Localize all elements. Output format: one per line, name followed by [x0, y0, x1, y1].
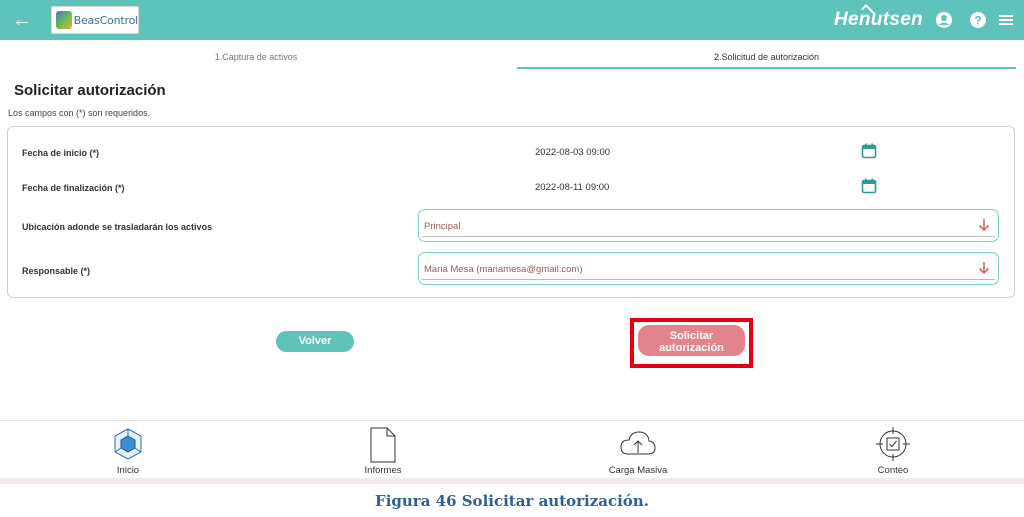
help-icon[interactable]: ? [968, 10, 988, 30]
cloud-upload-icon [620, 431, 656, 455]
field-underline [422, 279, 995, 280]
tab-asset-capture[interactable]: 1.Captura de activos [0, 40, 512, 70]
submit-label-line1: Solicitar [669, 330, 714, 342]
arrow-down-icon [978, 262, 990, 275]
start-date-value[interactable]: 2022-08-03 09:00 [535, 147, 610, 158]
calendar-icon[interactable] [861, 143, 877, 159]
arrow-down-icon [978, 219, 990, 232]
bottom-strip [0, 478, 1024, 484]
step-tabs: 1.Captura de activos 2.Solicitud de auto… [0, 40, 1024, 70]
nav-label-inicio: Inicio [116, 465, 140, 476]
active-tab-indicator [517, 67, 1016, 69]
top-app-bar: ← BeasControl Henutsen ? [0, 0, 1024, 40]
back-arrow-icon[interactable]: ← [10, 8, 34, 32]
nav-label-conteo: Conteo [877, 465, 909, 476]
target-check-icon [876, 427, 910, 461]
calendar-icon[interactable] [861, 178, 877, 194]
end-date-label: Fecha de finalización (*) [22, 183, 125, 193]
responsible-select[interactable]: Maria Mesa (mariamesa@gmail.com) [418, 252, 999, 285]
page-title: Solicitar autorización [14, 82, 166, 99]
responsible-label: Responsable (*) [22, 266, 91, 276]
logo-mark [56, 11, 72, 29]
field-underline [422, 236, 995, 237]
bottom-navigation: Inicio Informes Carga Masiva Conteo [0, 420, 1024, 482]
location-select[interactable]: Principal [418, 209, 999, 242]
figure-caption: Figura 46 Solicitar autorización. [375, 492, 649, 510]
home-cube-icon [114, 428, 142, 460]
end-date-value[interactable]: 2022-08-11 09:00 [535, 182, 609, 193]
nav-item-carga-masiva[interactable]: Carga Masiva [588, 421, 688, 479]
beascontrol-logo: BeasControl [51, 6, 139, 34]
request-authorization-button[interactable]: Solicitar autorización [638, 325, 745, 356]
nav-label-informes: Informes [364, 465, 402, 476]
brand-name: Henutsen [834, 9, 923, 30]
start-date-label: Fecha de inicio (*) [22, 148, 100, 158]
location-value: Principal [424, 221, 461, 232]
nav-item-conteo[interactable]: Conteo [843, 421, 943, 479]
required-fields-note: Los campos con (*) son requeridos. [8, 108, 151, 118]
nav-label-carga-masiva: Carga Masiva [608, 465, 668, 476]
nav-item-informes[interactable]: Informes [333, 421, 433, 479]
nav-item-inicio[interactable]: Inicio [78, 421, 178, 479]
location-label: Ubicación adonde se trasladarán los acti… [22, 222, 213, 232]
document-icon [370, 427, 396, 463]
account-icon[interactable] [934, 10, 954, 30]
back-button[interactable]: Volver [276, 331, 354, 352]
menu-icon[interactable] [996, 10, 1016, 30]
tab-authorization-request[interactable]: 2.Solicitud de autorización [517, 40, 1016, 70]
submit-label-line2: autorización [659, 342, 724, 354]
logo-text: BeasControl [73, 13, 139, 27]
responsible-value: Maria Mesa (mariamesa@gmail.com) [424, 264, 583, 275]
svg-text:?: ? [974, 14, 981, 28]
